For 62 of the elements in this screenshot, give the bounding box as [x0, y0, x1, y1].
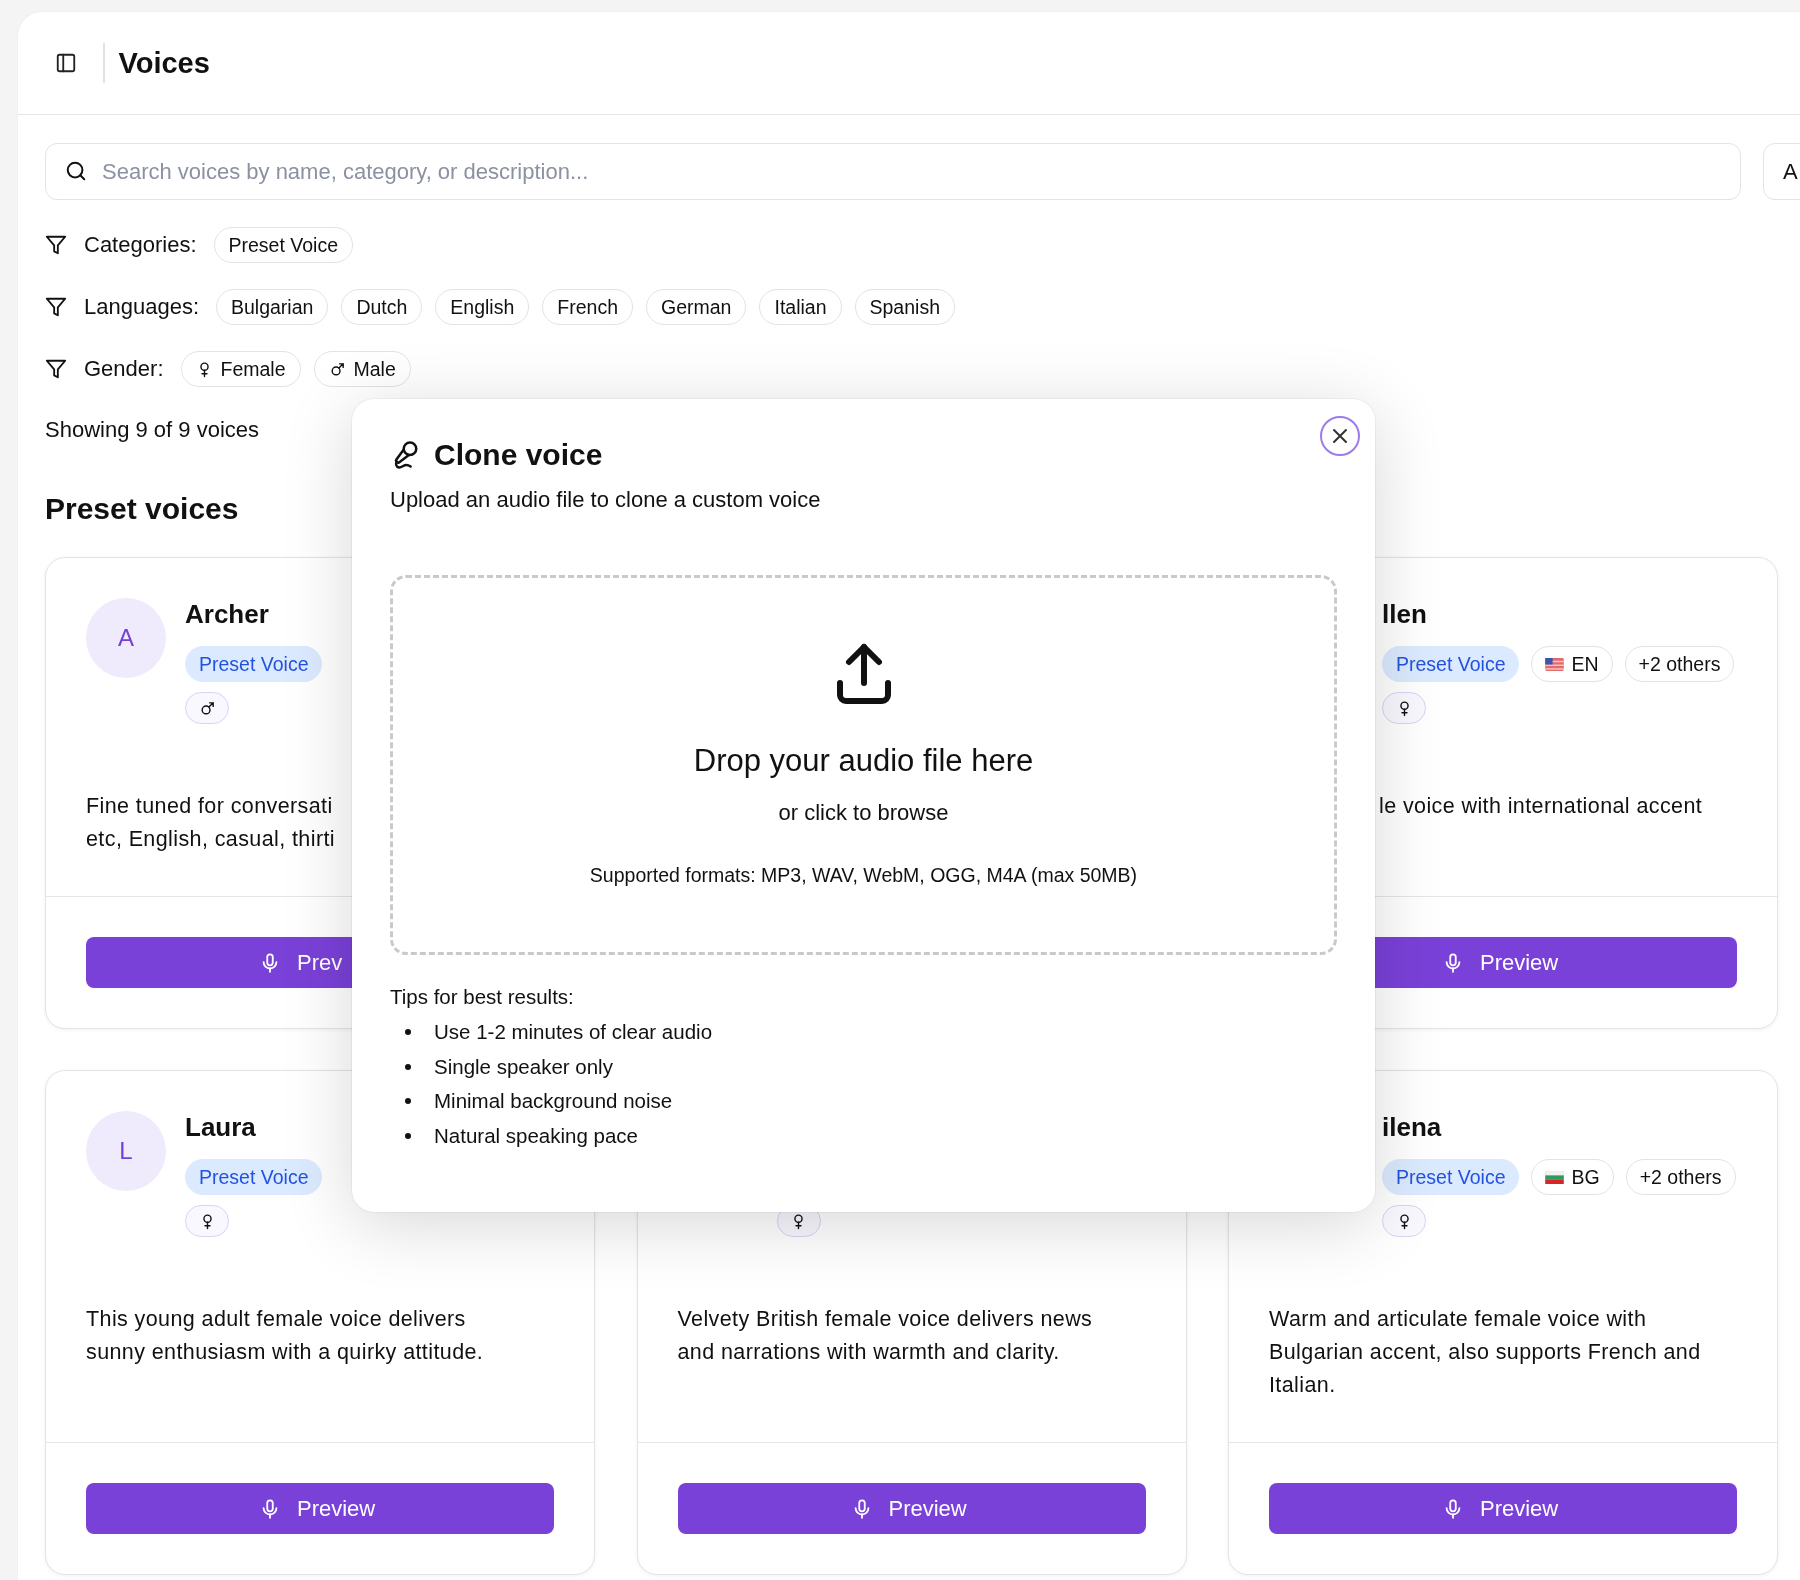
filter-chip[interactable]: English [435, 289, 530, 325]
filter-chip[interactable]: Italian [759, 289, 842, 325]
voice-description: This young adult female voice delivers sunny enthusiasm with a quirky attitude. [86, 1306, 485, 1366]
tip-text: Single speaker only [434, 1054, 613, 1079]
bullet-icon [405, 1029, 411, 1036]
more-tag: +2 others [1625, 1159, 1736, 1195]
category-tag: Preset Voice [185, 1159, 323, 1195]
drop-zone[interactable]: Drop your audio file here or click to browse Supported formats: MP3, WAV, WebM, OGG, M4A (max 50MB) [390, 575, 1337, 955]
preview-button[interactable]: Preview [86, 1483, 554, 1534]
filter-chip[interactable]: Male [313, 351, 411, 387]
formats-note: Supported formats: MP3, WAV, WebM, OGG, M4A (max 50MB) [589, 863, 1138, 888]
flag-icon [1545, 657, 1565, 671]
category-tag: Preset Voice [185, 646, 323, 682]
result-count: Showing 9 of 9 voices [45, 416, 260, 444]
voice-description: Warm and articulate female voice with Bulgarian accent, also supports French and Italian. [1269, 1306, 1702, 1399]
voice-name: llen [1382, 598, 1428, 630]
browse-hint: or click to browse [778, 799, 949, 827]
filter-chip[interactable]: Bulgarian [216, 289, 329, 325]
drop-heading: Drop your audio file here [693, 742, 1034, 780]
more-tag: +2 others [1624, 646, 1735, 682]
sidebar-toggle-icon[interactable] [55, 52, 77, 74]
filter-label: Categories: [84, 232, 197, 258]
filter-icon [45, 234, 67, 256]
page-title: Voices [118, 46, 210, 80]
language-tag: BG [1531, 1159, 1614, 1195]
bullet-icon [405, 1098, 411, 1105]
filter-chip[interactable]: French [542, 289, 633, 325]
toolbar-button[interactable]: A [1763, 143, 1800, 200]
tip-text: Minimal background noise [434, 1089, 673, 1114]
close-button[interactable] [1320, 416, 1360, 456]
avatar: A [86, 598, 166, 678]
filter-label: Gender: [84, 356, 164, 382]
preview-button[interactable]: Preview [677, 1483, 1146, 1534]
filter-chip[interactable]: Female [180, 351, 301, 387]
category-tag: Preset Voice [1382, 1159, 1520, 1195]
flag-icon [1545, 1170, 1565, 1184]
search-icon [65, 160, 87, 182]
tip-text: Use 1-2 minutes of clear audio [434, 1020, 713, 1045]
voice-name: Archer [185, 598, 270, 630]
voice-name: Laura [185, 1111, 257, 1143]
search-field[interactable]: Search voices by name, category, or description... [45, 143, 1741, 200]
filter-chip[interactable]: German [646, 289, 747, 325]
language-tag: EN [1531, 646, 1613, 682]
section-title: Preset voices [45, 491, 239, 527]
tip-text: Natural speaking pace [434, 1123, 638, 1148]
filter-icon [45, 296, 67, 318]
preview-button[interactable]: Preview [1269, 1483, 1737, 1534]
bullet-icon [405, 1063, 411, 1070]
voice-description: Fine tuned for conversati etc, English, casual, thirti [86, 793, 336, 853]
voice-description: Velvety British female voice delivers news and narrations with warmth and clarity. [677, 1306, 1094, 1366]
dialog-title: Clone voice [434, 437, 603, 473]
voice-description: le voice with international accent [1379, 793, 1704, 820]
avatar: L [86, 1111, 166, 1191]
filter-chip[interactable]: Preset Voice [213, 227, 353, 263]
bullet-icon [405, 1132, 411, 1139]
dialog-subtitle: Upload an audio file to clone a custom voice [390, 486, 822, 514]
voice-name: ilena [1382, 1111, 1443, 1143]
filter-icon [45, 358, 67, 380]
filter-chip[interactable]: Dutch [341, 289, 423, 325]
filter-chip[interactable]: Spanish [854, 289, 955, 325]
category-tag: Preset Voice [1382, 646, 1520, 682]
filter-label: Languages: [84, 294, 199, 320]
